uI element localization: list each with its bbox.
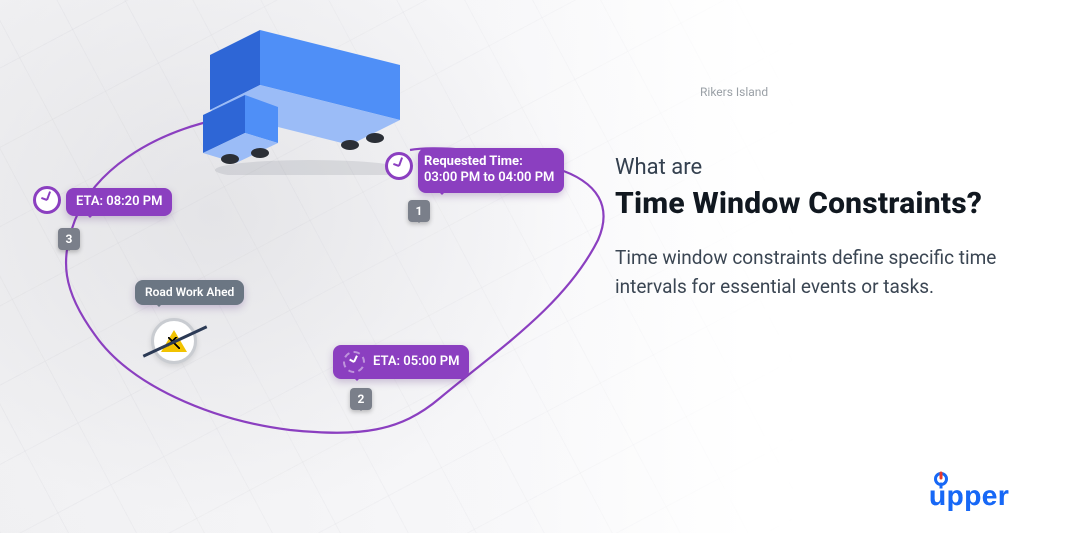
roadwork-bubble: Road Work Ahed [135,280,244,305]
clock-icon [33,186,61,214]
stop1-text: Requested Time: 03:00 PM to 04:00 PM [424,154,554,187]
waypoint-marker-3: 3 [58,228,80,250]
title-main: Time Window Constraints? [615,186,1035,221]
description: Time window constraints define specific … [615,243,1035,302]
waypoint-marker-2: 2 [350,388,372,410]
clock-icon [385,152,413,180]
stop1-line1: Requested Time: [424,154,554,170]
stop3-bubble: ETA: 08:20 PM [66,188,172,216]
clock-dashed-icon [343,351,365,373]
svg-text:upper: upper [929,480,1009,511]
stop2-bubble: ETA: 05:00 PM [333,345,469,379]
headline-block: What are Time Window Constraints? Time w… [615,155,1035,302]
diagram-canvas: Rikers Island Requested Time: 03: [0,0,1065,533]
waypoint-marker-1: 1 [408,200,430,222]
title-lead: What are [615,155,1035,180]
brand-logo: upper upper [929,469,1039,511]
waypoint-1-num: 1 [416,204,423,218]
roadwork-text: Road Work Ahed [145,285,234,300]
stop2-text: ETA: 05:00 PM [373,354,459,370]
stop1-line2: 03:00 PM to 04:00 PM [424,170,554,186]
stop1-bubble: Requested Time: 03:00 PM to 04:00 PM [418,148,564,193]
map-label-rikers: Rikers Island [700,85,768,99]
waypoint-2-num: 2 [358,392,365,406]
stop3-text: ETA: 08:20 PM [76,194,162,210]
waypoint-3-num: 3 [66,232,73,246]
